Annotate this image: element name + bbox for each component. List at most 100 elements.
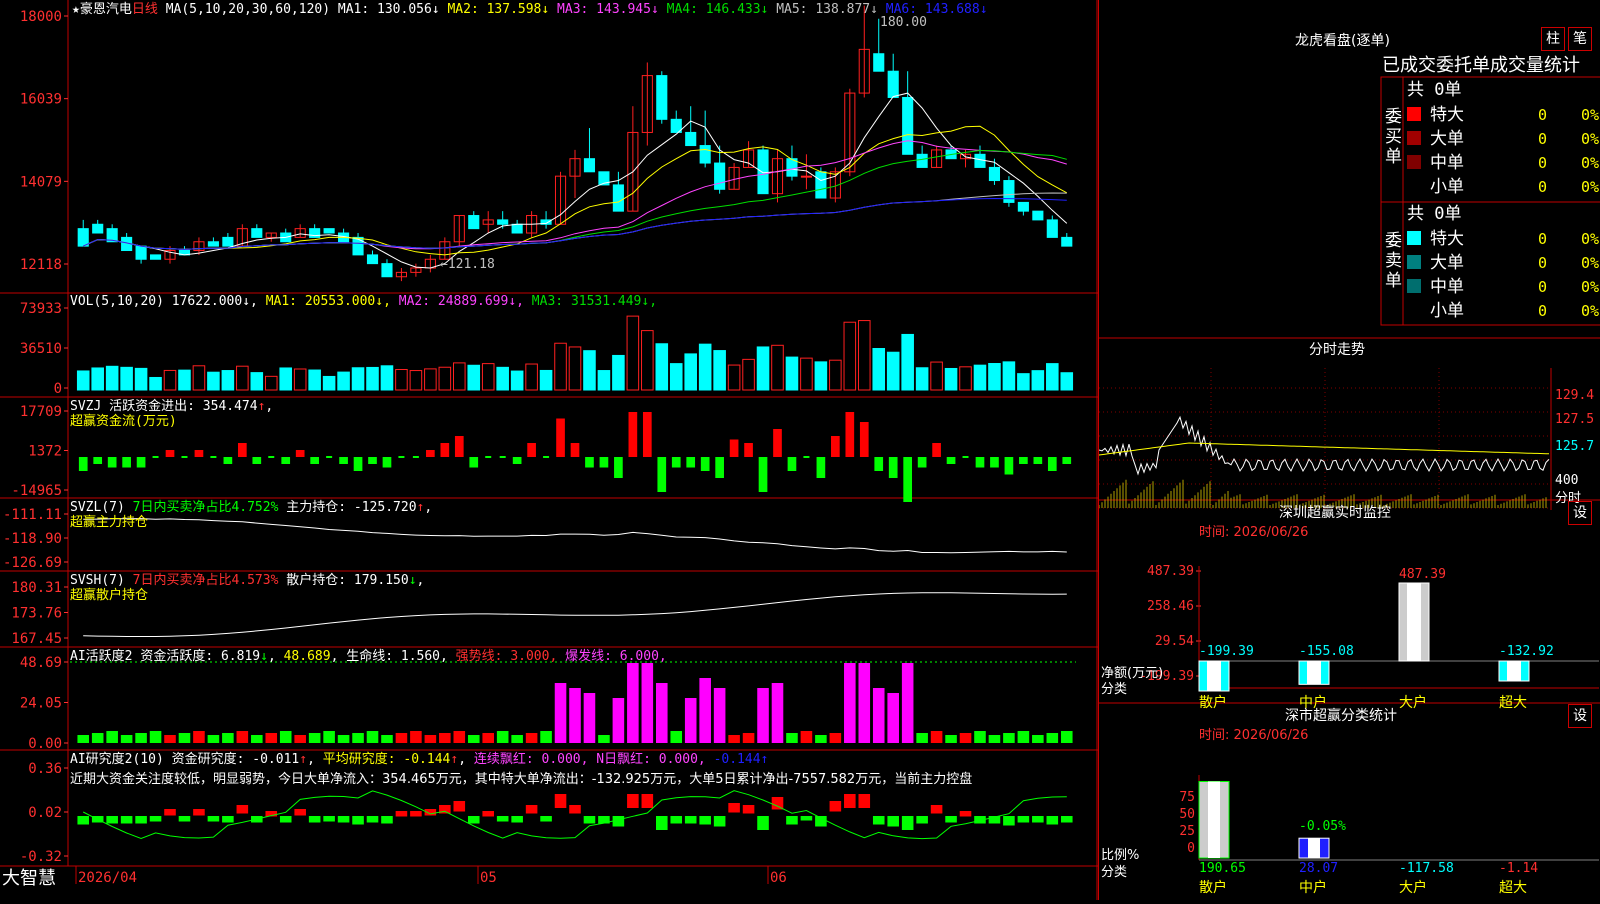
candle-body xyxy=(77,228,89,247)
research-bar xyxy=(496,816,509,822)
research-bar xyxy=(858,794,871,808)
flow-bar xyxy=(990,457,999,468)
buy-row-volume: 0 xyxy=(1538,106,1547,124)
column-view-button[interactable]: 柱 xyxy=(1541,27,1565,51)
vol-ma-values: MA1: 20553.000↓, MA2: 24889.699↓, MA3: 3… xyxy=(266,294,657,309)
volume-bar xyxy=(1060,372,1074,391)
monitor-settings-button[interactable]: 设 xyxy=(1568,501,1592,525)
flow-bar xyxy=(888,457,898,478)
vol-tick-label: 73933 xyxy=(20,301,62,317)
buy-row-volume: 0 xyxy=(1538,178,1547,196)
period-label[interactable]: 日线 xyxy=(132,2,158,17)
research-bar xyxy=(1046,816,1059,825)
research-bar xyxy=(236,805,249,814)
research-bar xyxy=(294,809,306,816)
svzl-hold-value: -125.720 xyxy=(353,500,417,515)
vol-value: 17622.000 xyxy=(171,294,243,309)
candle-body xyxy=(902,96,914,155)
activity-bar xyxy=(728,735,740,743)
activity-bar xyxy=(800,731,813,743)
candle-body xyxy=(1032,210,1044,221)
activity-bar xyxy=(930,731,943,743)
research-tick-label: -0.32 xyxy=(20,849,62,865)
research-bar xyxy=(916,816,928,824)
sell-row-name: 小单 xyxy=(1430,301,1464,321)
activity-bar xyxy=(901,663,914,743)
flow-bar xyxy=(700,457,710,471)
activity-bar xyxy=(786,733,798,743)
flow-bar xyxy=(252,457,262,464)
research-bar xyxy=(207,816,220,822)
activity-bar xyxy=(988,735,1001,743)
flow-bar xyxy=(773,429,782,457)
activity-bar xyxy=(569,688,581,743)
activity-bar xyxy=(251,735,263,743)
sell-swatch xyxy=(1407,255,1421,269)
flow-bar xyxy=(281,457,291,464)
flow-bar xyxy=(122,457,131,468)
activity-bar xyxy=(164,735,176,743)
stat-settings-button[interactable]: 设 xyxy=(1568,704,1592,728)
research-line xyxy=(82,790,1067,840)
flow-bar xyxy=(1047,457,1057,471)
stat-y-tick: 50 xyxy=(1179,807,1195,822)
activity-bar xyxy=(482,733,495,743)
candle-body xyxy=(381,263,393,278)
flow-bar xyxy=(136,457,146,468)
vol-tick-label: 36510 xyxy=(20,341,62,357)
volume-bar xyxy=(742,358,755,391)
stat-y-tick: 75 xyxy=(1179,790,1195,805)
volume-bar xyxy=(1031,370,1045,391)
chart-area[interactable]: 18000 16039 14079 12118 180.00 ←121.18 73933 36… xyxy=(0,0,1098,900)
candle-body xyxy=(815,171,827,199)
price-tick-label: 18000 xyxy=(20,9,62,25)
activity-bar xyxy=(439,733,451,743)
candle-body xyxy=(714,162,726,190)
flow-bar xyxy=(874,457,884,471)
activity-bar xyxy=(135,733,147,743)
flow-bar xyxy=(339,457,348,464)
buy-row-name: 小单 xyxy=(1430,177,1464,197)
activity-bar xyxy=(655,683,668,743)
research-bar xyxy=(655,816,668,830)
volume-bar xyxy=(684,353,697,391)
research-bar xyxy=(106,816,118,824)
volume-bar xyxy=(973,364,987,391)
kline-header: ★豪恩汽电日线 MA(5,10,20,30,60,120) MA1: 130.0… xyxy=(72,0,988,20)
flow-bar xyxy=(816,457,826,478)
sell-row-pct: 0% xyxy=(1581,278,1599,296)
sell-row-name: 特大 xyxy=(1430,229,1464,249)
research-bar xyxy=(1003,816,1015,826)
brand-logo: 大智慧 xyxy=(2,868,56,889)
stat-category: 大户 xyxy=(1399,879,1427,896)
research-bar xyxy=(670,816,683,824)
activity-bar xyxy=(77,735,90,743)
tick-view-button[interactable]: 笔 xyxy=(1568,27,1592,51)
flow-bar xyxy=(107,457,117,468)
volume-bar xyxy=(207,371,220,391)
svzj-tick-label: 17709 xyxy=(20,404,62,420)
svzj-subtitle: 超赢资金流(万元) xyxy=(70,414,177,429)
flow-bar xyxy=(585,457,594,468)
research-bar xyxy=(395,811,408,817)
favorite-star-icon[interactable]: ★ xyxy=(72,2,80,17)
flow-bar xyxy=(975,457,985,468)
volume-bar xyxy=(264,375,278,391)
sell-swatch xyxy=(1407,231,1421,245)
research-bar xyxy=(308,816,321,823)
candle-body xyxy=(207,241,219,247)
main-holding-line xyxy=(83,518,1067,554)
x-axis-label: 05 xyxy=(480,870,497,886)
research-bar xyxy=(352,816,364,825)
volume-bar xyxy=(727,364,741,391)
candle-body xyxy=(916,153,928,168)
flow-bar xyxy=(353,457,363,471)
research-tick-label: 0.36 xyxy=(28,761,62,777)
volume-bar xyxy=(438,366,452,391)
flow-bar xyxy=(556,418,565,457)
stat-bar-value: 190.65 xyxy=(1199,861,1246,876)
volume-bar xyxy=(785,356,799,391)
activity-bar xyxy=(453,731,466,743)
flow-bar xyxy=(454,436,464,457)
price-tick-label: 16039 xyxy=(20,92,62,108)
